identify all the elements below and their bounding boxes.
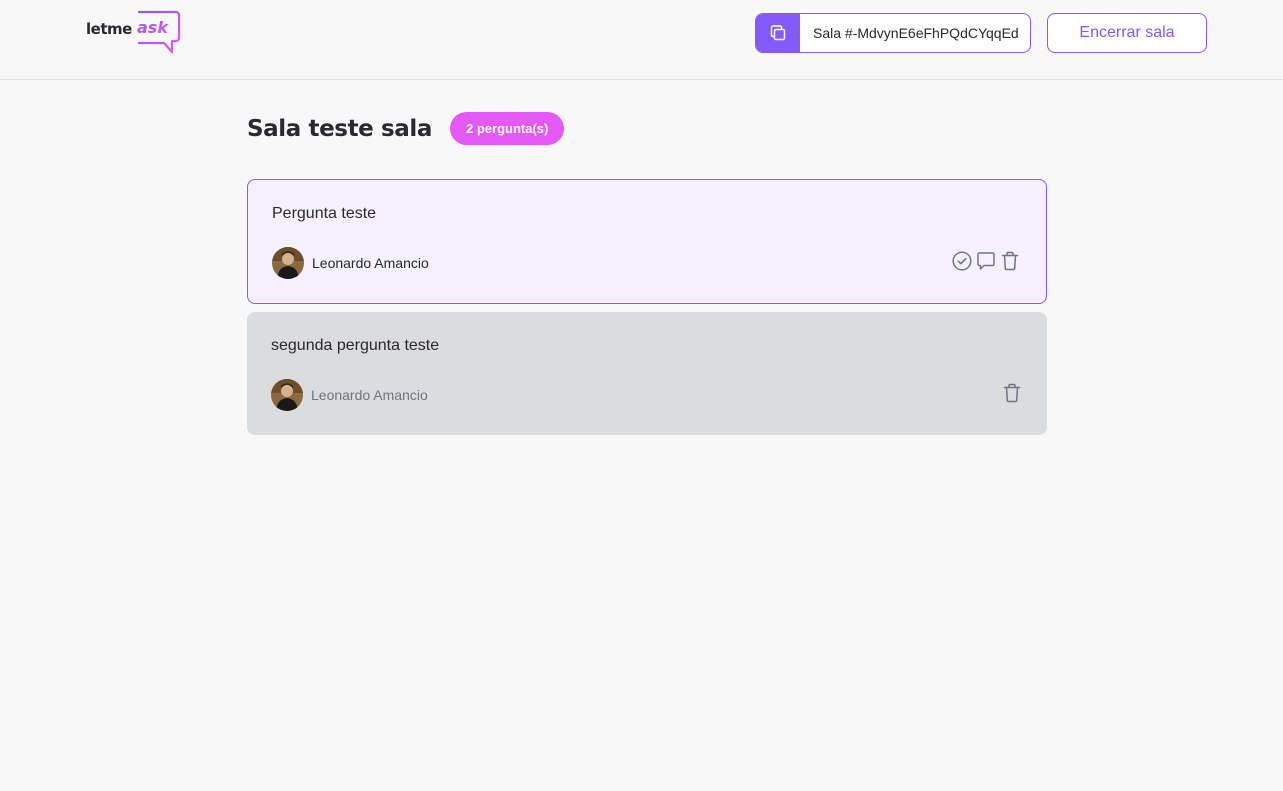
highlight-question-button[interactable]	[975, 250, 997, 272]
question-content: Pergunta teste	[272, 205, 377, 222]
avatar	[272, 247, 304, 279]
avatar	[271, 379, 303, 411]
delete-question-button[interactable]	[1001, 382, 1023, 404]
answer-icon	[977, 252, 995, 270]
copy-icon-box[interactable]	[756, 14, 800, 52]
room-title-row: Sala teste sala 2 pergunta(s)	[247, 112, 565, 145]
room-code-text: Sala #-MdvynE6eFhPQdCYqqEd	[813, 25, 1019, 41]
author-name: Leonardo Amancio	[312, 255, 429, 271]
question-actions	[951, 250, 1021, 272]
delete-icon	[1003, 383, 1021, 403]
question-card-answered: segunda pergunta teste Leonardo Amancio	[247, 312, 1047, 435]
question-author: Leonardo Amancio	[271, 379, 428, 411]
room-title: Sala teste sala	[247, 115, 432, 142]
question-content: segunda pergunta teste	[271, 337, 440, 354]
question-count-badge: 2 pergunta(s)	[450, 112, 565, 145]
logo-text-ask: ask	[137, 18, 169, 37]
mark-answered-button[interactable]	[951, 250, 973, 272]
check-circle-icon	[952, 251, 972, 271]
delete-icon	[1001, 251, 1019, 271]
question-actions	[1001, 382, 1023, 404]
logo-speech-bubble-icon: ask	[137, 10, 181, 54]
close-room-button[interactable]: Encerrar sala	[1047, 13, 1207, 53]
room-code-copy-button[interactable]: Sala #-MdvynE6eFhPQdCYqqEd	[755, 13, 1031, 53]
page-header: letme ask Sala #-MdvynE6eFhPQdCYqqEd Enc…	[0, 0, 1283, 80]
delete-question-button[interactable]	[999, 250, 1021, 272]
letmeask-logo[interactable]: letme ask	[86, 10, 182, 56]
question-author: Leonardo Amancio	[272, 247, 429, 279]
question-card-highlighted: Pergunta teste Leonardo Amancio	[247, 179, 1047, 304]
logo-text-letme: letme	[86, 20, 132, 38]
author-name: Leonardo Amancio	[311, 387, 428, 403]
copy-icon	[770, 25, 786, 41]
